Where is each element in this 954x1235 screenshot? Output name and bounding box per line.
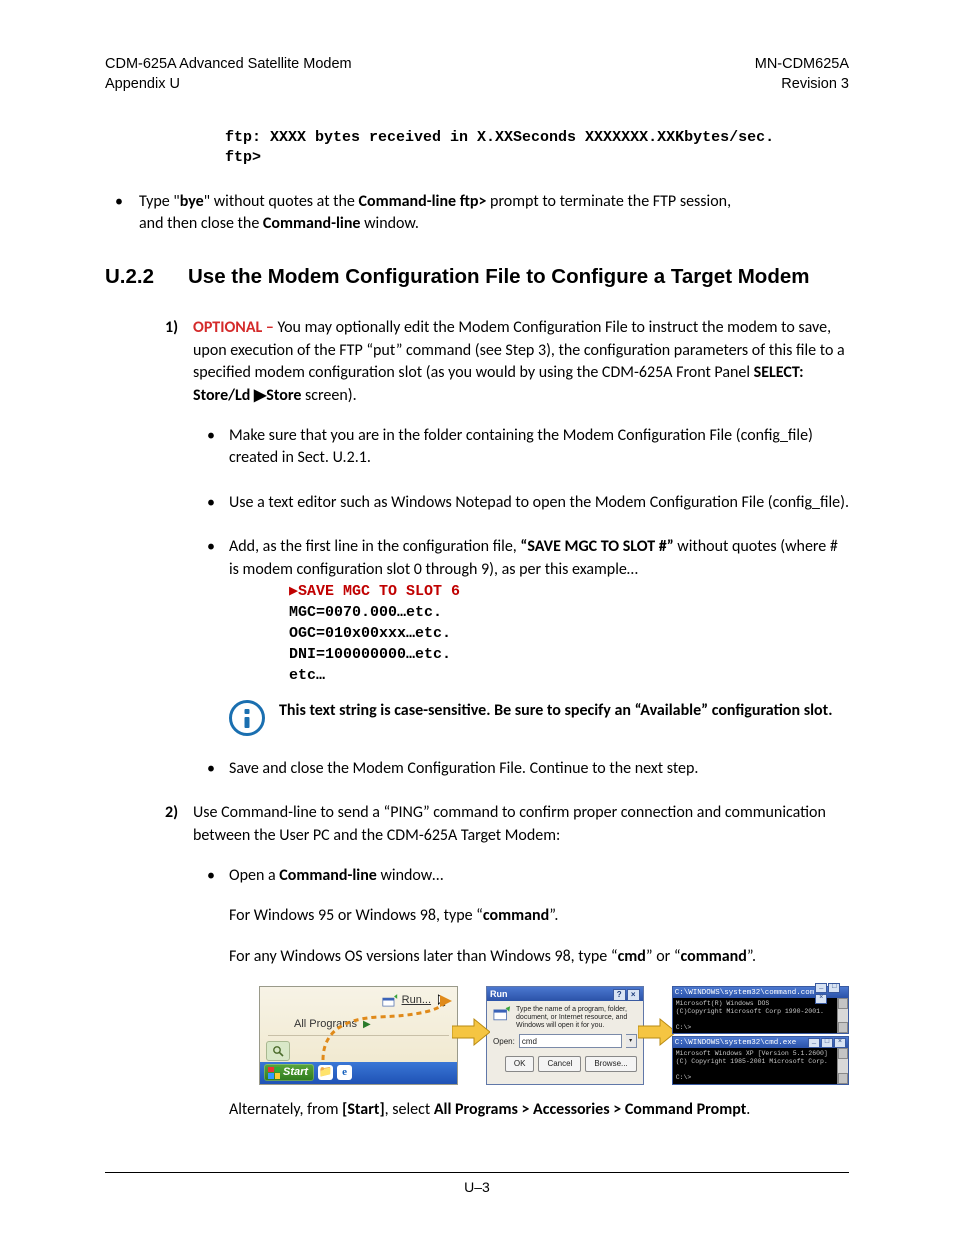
- run-menu-item[interactable]: Run...: [382, 993, 451, 1008]
- windows-logo-icon: [268, 1067, 280, 1079]
- open-label: Open:: [493, 1036, 515, 1047]
- page-footer: U–3: [105, 1172, 849, 1195]
- max-button[interactable]: □: [828, 983, 840, 993]
- run-titlebar: Run ?×: [487, 987, 643, 1001]
- optional-label: OPTIONAL –: [193, 318, 278, 337]
- section-number: U.2.2: [105, 265, 154, 289]
- steps-list: 1) OPTIONAL – You may optionally edit th…: [165, 317, 849, 1121]
- help-button[interactable]: ?: [613, 989, 626, 1001]
- revision: Revision 3: [755, 75, 849, 95]
- save-mgc-example: ▶SAVE MGC TO SLOT 6 MGC=0070.000…etc. OG…: [289, 581, 849, 686]
- step1-sublist: Make sure that you are in the folder con…: [199, 425, 849, 780]
- alt-instruction: Alternately, from [Start], select All Pr…: [229, 1099, 849, 1121]
- open-field[interactable]: cmd: [519, 1034, 622, 1048]
- browse-button[interactable]: Browse...: [585, 1056, 636, 1071]
- doc-number: MN-CDM625A: [755, 55, 849, 75]
- max-button[interactable]: □: [821, 1038, 833, 1048]
- quicklaunch-icon[interactable]: 📁: [318, 1065, 333, 1080]
- console-cmd: C:\WINDOWS\system32\cmd.exe_□× Microsoft…: [672, 1036, 849, 1084]
- arrow-1: [458, 1017, 486, 1054]
- step1-sub3: Add, as the first line in the configurat…: [199, 536, 849, 736]
- note-text: This text string is case-sensitive. Be s…: [279, 700, 832, 722]
- scrollbar[interactable]: [837, 998, 848, 1033]
- winlater-instruction: For any Windows OS versions later than W…: [229, 946, 849, 968]
- step2-sub1: Open a Command-line window… For Windows …: [199, 865, 849, 1121]
- search-icon[interactable]: [266, 1041, 290, 1061]
- min-button[interactable]: _: [815, 983, 827, 993]
- step1-sub4: Save and close the Modem Configuration F…: [199, 758, 849, 780]
- menu-separator: [268, 1035, 449, 1036]
- page-number: U–3: [464, 1179, 490, 1195]
- scrollbar[interactable]: [837, 1048, 848, 1083]
- run-dialog: Run ?× Type the name of a program, folde…: [486, 986, 644, 1084]
- ok-button[interactable]: OK: [505, 1056, 535, 1071]
- note-row: This text string is case-sensitive. Be s…: [229, 700, 849, 736]
- start-button[interactable]: Start: [264, 1064, 314, 1081]
- step1-sub1: Make sure that you are in the folder con…: [199, 425, 849, 470]
- info-icon: [229, 700, 265, 736]
- run-icon: [382, 994, 398, 1007]
- run-dialog-icon: [493, 1006, 511, 1021]
- page-header: CDM-625A Advanced Satellite Modem Append…: [105, 55, 849, 94]
- ftp-output-block: ftp: XXXX bytes received in X.XXSeconds …: [225, 128, 849, 169]
- step2-sublist: Open a Command-line window… For Windows …: [199, 865, 849, 1121]
- console-stack: C:\WINDOWS\system32\command.com_□× Micro…: [672, 986, 849, 1084]
- step1-sub2: Use a text editor such as Windows Notepa…: [199, 492, 849, 514]
- close-button[interactable]: ×: [627, 989, 640, 1001]
- section-heading: U.2.2 Use the Modem Configuration File t…: [105, 265, 849, 289]
- arrow-2: [644, 1017, 672, 1054]
- run-cmd-figure: Run... All Programs ▶: [259, 986, 849, 1084]
- min-button[interactable]: _: [808, 1038, 820, 1048]
- console-command: C:\WINDOWS\system32\command.com_□× Micro…: [672, 986, 849, 1034]
- step-2: 2) Use Command-line to send a “PING” com…: [165, 802, 849, 1121]
- close-button[interactable]: ×: [815, 994, 827, 1004]
- section-title: Use the Modem Configuration File to Conf…: [188, 265, 809, 289]
- open-dropdown-button[interactable]: ▾: [626, 1034, 637, 1048]
- doc-title: CDM-625A Advanced Satellite Modem: [105, 55, 352, 75]
- start-menu-mock: Run... All Programs ▶: [259, 986, 458, 1084]
- cursor-icon: [435, 994, 451, 1007]
- cancel-button[interactable]: Cancel: [538, 1056, 581, 1071]
- all-programs-item[interactable]: All Programs ▶: [294, 1017, 371, 1032]
- bullet-type-bye: Type "bye" without quotes at the Command…: [105, 191, 745, 236]
- close-button[interactable]: ×: [834, 1038, 846, 1048]
- run-message: Type the name of a program, folder, docu…: [516, 1006, 637, 1030]
- taskbar: Start 📁 e: [260, 1062, 457, 1084]
- appendix-label: Appendix U: [105, 75, 352, 95]
- ie-icon[interactable]: e: [337, 1065, 352, 1080]
- step-1: 1) OPTIONAL – You may optionally edit th…: [165, 317, 849, 780]
- bullet-list-top: Type "bye" without quotes at the Command…: [105, 191, 745, 236]
- search-row: [266, 1041, 451, 1059]
- win95-instruction: For Windows 95 or Windows 98, type “comm…: [229, 905, 849, 927]
- submenu-arrow-icon: ▶: [363, 1018, 371, 1032]
